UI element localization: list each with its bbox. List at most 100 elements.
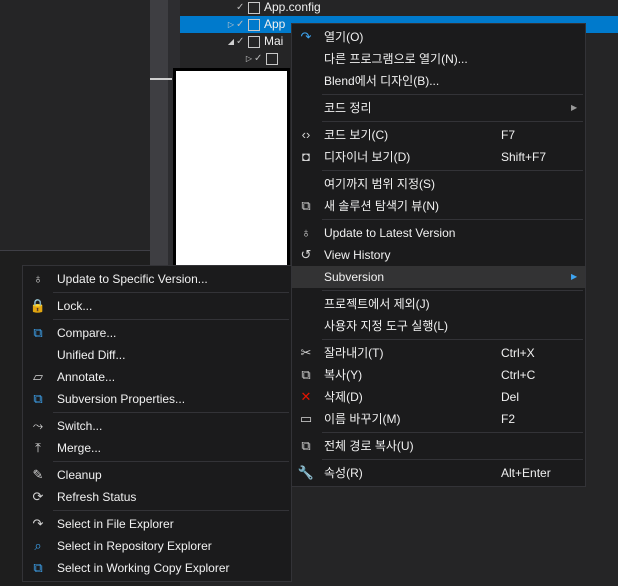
- select-working-copy-icon: ⧉: [33, 560, 43, 575]
- menu-item-update-to-specific-version[interactable]: ♁ Update to Specific Version...: [23, 268, 291, 290]
- file-icon: [248, 18, 260, 31]
- menu-item-update-to-latest-version[interactable]: ♁ Update to Latest Version: [292, 222, 585, 244]
- menu-item-label: 프로젝트에서 제외(J): [324, 297, 430, 311]
- menu-separator: [322, 121, 583, 122]
- menu-item-annotate[interactable]: ▱ Annotate...: [23, 366, 291, 388]
- menu-item-blend에서-디자인-b[interactable]: Blend에서 디자인(B)...: [292, 70, 585, 92]
- menu-item-select-in-repository-explorer[interactable]: ⌕ Select in Repository Explorer: [23, 535, 291, 557]
- menu-item-열기-o[interactable]: ↷ 열기(O): [292, 26, 585, 48]
- scissors-icon: ✂: [300, 345, 312, 360]
- menu-item-label: Update to Specific Version...: [57, 272, 208, 286]
- menu-item-label: 열기(O): [324, 30, 364, 44]
- menu-item-label: 새 솔루션 탐색기 뷰(N): [324, 199, 439, 213]
- menu-item-label: Unified Diff...: [57, 348, 126, 362]
- menu-item-프로젝트에서-제외-j[interactable]: 프로젝트에서 제외(J): [292, 293, 585, 315]
- menu-separator: [53, 412, 289, 413]
- update-specific-version-icon: ♁: [33, 271, 43, 286]
- menu-separator: [53, 461, 289, 462]
- menu-item-subversion-properties[interactable]: ⧉ Subversion Properties...: [23, 388, 291, 410]
- menu-item-label: Switch...: [57, 419, 103, 433]
- menu-item-cleanup[interactable]: ✎ Cleanup: [23, 464, 291, 486]
- menu-item-label: 여기까지 범위 지정(S): [324, 177, 435, 191]
- menu-item-refresh-status[interactable]: ⟳ Refresh Status: [23, 486, 291, 508]
- file-icon: [248, 1, 260, 14]
- menu-item-label: View History: [324, 248, 391, 262]
- menu-separator: [322, 94, 583, 95]
- splitter-line: [150, 78, 172, 80]
- menu-item-새-솔루션-탐색기-뷰-n[interactable]: ⧉ 새 솔루션 탐색기 뷰(N): [292, 195, 585, 217]
- menu-item-이름-바꾸기-m[interactable]: ▭ 이름 바꾸기(M) F2: [292, 408, 585, 430]
- checkmark-icon: ✓: [236, 2, 245, 13]
- tree-row[interactable]: ✓ App.config: [180, 0, 618, 16]
- code-brackets-icon: ‹›: [301, 127, 311, 142]
- subversion-submenu: ♁ Update to Specific Version... 🔒 Lock... ⧉ C…: [22, 265, 292, 582]
- menu-item-label: Merge...: [57, 441, 102, 455]
- menu-item-사용자-지정-도구-실행-l[interactable]: 사용자 지정 도구 실행(L): [292, 315, 585, 337]
- file-icon: [266, 52, 278, 65]
- tree-item-label: App: [264, 17, 286, 31]
- menu-item-label: Cleanup: [57, 468, 102, 482]
- context-menu: ↷ 열기(O) 다른 프로그램으로 열기(N)... Blend에서 디자인(B)..…: [291, 23, 586, 487]
- select-repo-explorer-icon: ⌕: [34, 538, 42, 553]
- menu-item-코드-정리[interactable]: 코드 정리 ▶: [292, 97, 585, 119]
- menu-item-전체-경로-복사-u[interactable]: ⧉ 전체 경로 복사(U): [292, 435, 585, 457]
- menu-item-unified-diff[interactable]: Unified Diff...: [23, 344, 291, 366]
- vertical-scrollbar[interactable]: [150, 0, 168, 265]
- menu-item-여기까지-범위-지정-s[interactable]: 여기까지 범위 지정(S): [292, 173, 585, 195]
- submenu-arrow-icon: ▶: [571, 103, 578, 112]
- menu-item-label: 삭제(D): [324, 390, 363, 404]
- menu-item-label: Lock...: [57, 299, 93, 313]
- expand-arrow-icon[interactable]: ◢: [226, 33, 236, 50]
- menu-item-복사-y[interactable]: ⧉ 복사(Y) Ctrl+C: [292, 364, 585, 386]
- copy-full-path-icon: ⧉: [301, 438, 311, 453]
- menu-item-select-in-file-explorer[interactable]: ↷ Select in File Explorer: [23, 513, 291, 535]
- menu-item-compare[interactable]: ⧉ Compare...: [23, 322, 291, 344]
- pane-divider: [0, 250, 150, 251]
- menu-item-label: 코드 정리: [324, 101, 372, 115]
- menu-separator: [322, 339, 583, 340]
- menu-item-view-history[interactable]: ↺ View History: [292, 244, 585, 266]
- menu-item-label: Refresh Status: [57, 490, 137, 504]
- refresh-icon: ⟳: [32, 489, 44, 504]
- menu-item-코드-보기-c[interactable]: ‹› 코드 보기(C) F7: [292, 124, 585, 146]
- lock-icon: 🔒: [29, 298, 47, 313]
- menu-item-switch[interactable]: ⤳ Switch...: [23, 415, 291, 437]
- menu-item-label: 디자이너 보기(D): [324, 150, 411, 164]
- menu-item-속성-r[interactable]: 🔧 속성(R) Alt+Enter: [292, 462, 585, 484]
- menu-item-subversion[interactable]: Subversion ▶: [292, 266, 585, 288]
- menu-item-디자이너-보기-d[interactable]: ◘ 디자이너 보기(D) Shift+F7: [292, 146, 585, 168]
- menu-item-label: 이름 바꾸기(M): [324, 412, 401, 426]
- menu-separator: [53, 319, 289, 320]
- menu-item-label: 전체 경로 복사(U): [324, 439, 414, 453]
- checkmark-icon: ✓: [236, 19, 245, 30]
- select-file-explorer-icon: ↷: [32, 516, 44, 531]
- compare-icon: ⧉: [33, 325, 43, 340]
- shortcut-text: Alt+Enter: [501, 466, 551, 480]
- menu-item-다른-프로그램으로-열기-n[interactable]: 다른 프로그램으로 열기(N)...: [292, 48, 585, 70]
- menu-separator: [322, 170, 583, 171]
- checkmark-icon: ✓: [236, 36, 245, 47]
- expand-arrow-icon[interactable]: ▷: [244, 50, 254, 67]
- menu-item-삭제-d[interactable]: ✕ 삭제(D) Del: [292, 386, 585, 408]
- tree-item-label: App.config: [264, 0, 321, 14]
- menu-item-select-in-working-copy-explorer[interactable]: ⧉ Select in Working Copy Explorer: [23, 557, 291, 579]
- redacted-area: [173, 68, 290, 268]
- menu-item-lock[interactable]: 🔒 Lock...: [23, 295, 291, 317]
- menu-item-merge[interactable]: ⤒ Merge...: [23, 437, 291, 459]
- menu-item-잘라내기-t[interactable]: ✂ 잘라내기(T) Ctrl+X: [292, 342, 585, 364]
- tree-item-label: Mai: [264, 34, 284, 48]
- menu-item-label: 사용자 지정 도구 실행(L): [324, 319, 449, 333]
- switch-icon: ⤳: [32, 418, 44, 433]
- shortcut-text: F7: [501, 128, 516, 142]
- menu-item-label: Select in Working Copy Explorer: [57, 561, 230, 575]
- submenu-arrow-icon: ▶: [571, 272, 578, 281]
- menu-item-label: Subversion: [324, 270, 385, 284]
- annotate-icon: ▱: [33, 369, 43, 384]
- menu-separator: [322, 432, 583, 433]
- expand-arrow-icon[interactable]: ▷: [226, 16, 236, 33]
- history-icon: ↺: [300, 247, 312, 262]
- menu-item-label: Compare...: [57, 326, 117, 340]
- menu-item-label: 코드 보기(C): [324, 128, 389, 142]
- shortcut-text: Ctrl+X: [501, 346, 535, 360]
- svn-properties-icon: ⧉: [33, 391, 43, 406]
